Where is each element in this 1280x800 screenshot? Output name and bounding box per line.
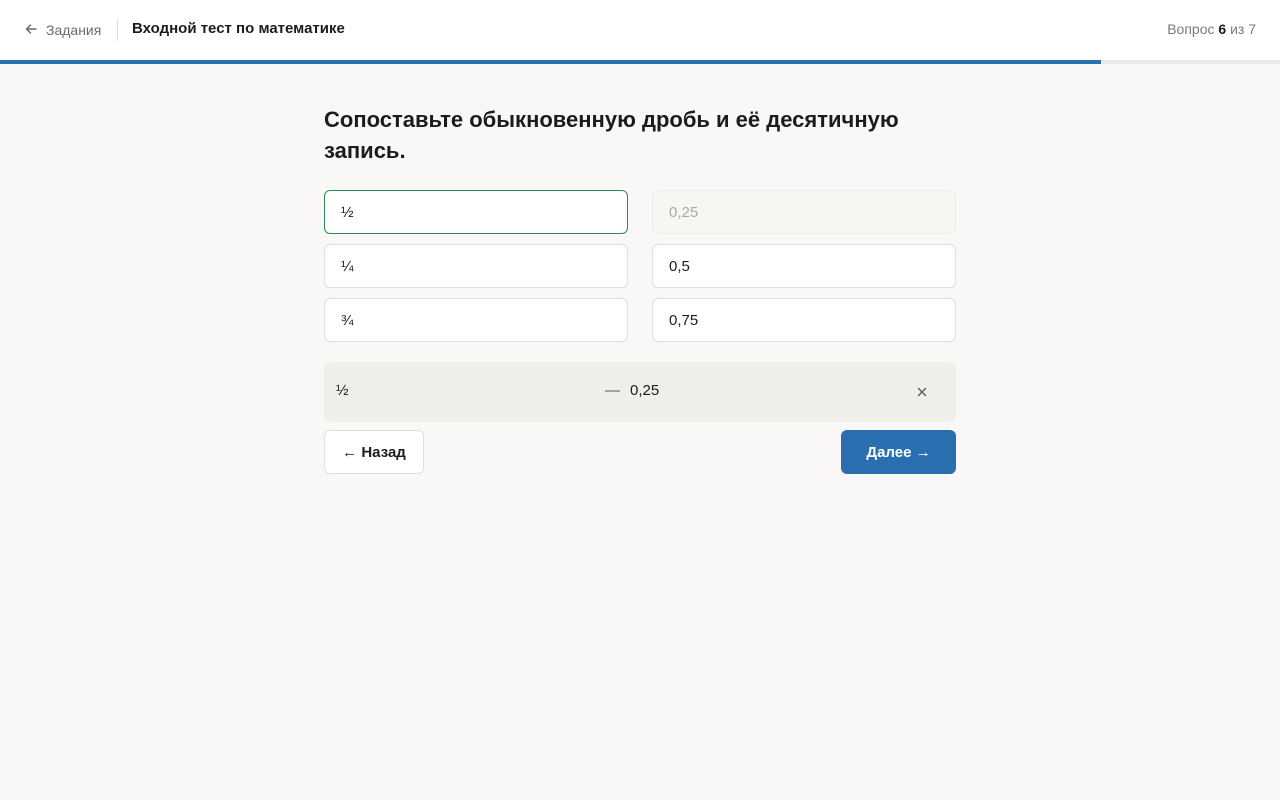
- counter-prefix: Вопрос: [1167, 21, 1215, 37]
- counter-total: из 7: [1230, 21, 1256, 37]
- option-label: 0,5: [669, 257, 690, 275]
- back-link-label: Задания: [46, 22, 102, 38]
- fraction-option-half[interactable]: ½: [324, 190, 628, 234]
- close-icon[interactable]: [914, 383, 930, 401]
- pair-separator: —: [605, 382, 620, 399]
- top-bar: Задания Входной тест по математике Вопро…: [0, 0, 1280, 60]
- fraction-option-quarter[interactable]: ¼: [324, 244, 628, 288]
- question-counter: Вопрос 6 из 7: [1167, 21, 1256, 37]
- option-label: 0,75: [669, 311, 699, 329]
- option-label: ¾: [341, 311, 354, 329]
- option-label: 0,25: [669, 203, 699, 221]
- next-button[interactable]: Далее →: [841, 430, 956, 474]
- progress-bar: [0, 60, 1280, 64]
- decimal-option-0-75[interactable]: 0,75: [652, 298, 956, 342]
- fractions-column: ½ ¼ ¾: [324, 190, 628, 352]
- decimals-column: 0,25 0,5 0,75: [652, 190, 956, 352]
- pair-decimal: 0,25: [630, 382, 660, 399]
- decimal-option-0-5[interactable]: 0,5: [652, 244, 956, 288]
- option-label: ¼: [341, 257, 354, 275]
- option-label: ½: [341, 203, 354, 221]
- decimal-option-0-25[interactable]: 0,25: [652, 190, 956, 234]
- arrow-left-icon: [24, 22, 38, 39]
- question-text: Сопоставьте обыкновенную дробь и её деся…: [324, 107, 899, 163]
- fraction-option-three-quarters[interactable]: ¾: [324, 298, 628, 342]
- back-to-tasks-link[interactable]: Задания: [24, 19, 101, 41]
- matched-pair: ½ — 0,25: [324, 362, 956, 422]
- back-button[interactable]: ← Назад: [324, 430, 424, 474]
- test-title: Входной тест по математике: [132, 20, 345, 37]
- progress-fill: [0, 60, 1101, 64]
- header-divider: [117, 19, 118, 41]
- pair-fraction: ½: [336, 382, 349, 399]
- counter-current: 6: [1218, 21, 1227, 37]
